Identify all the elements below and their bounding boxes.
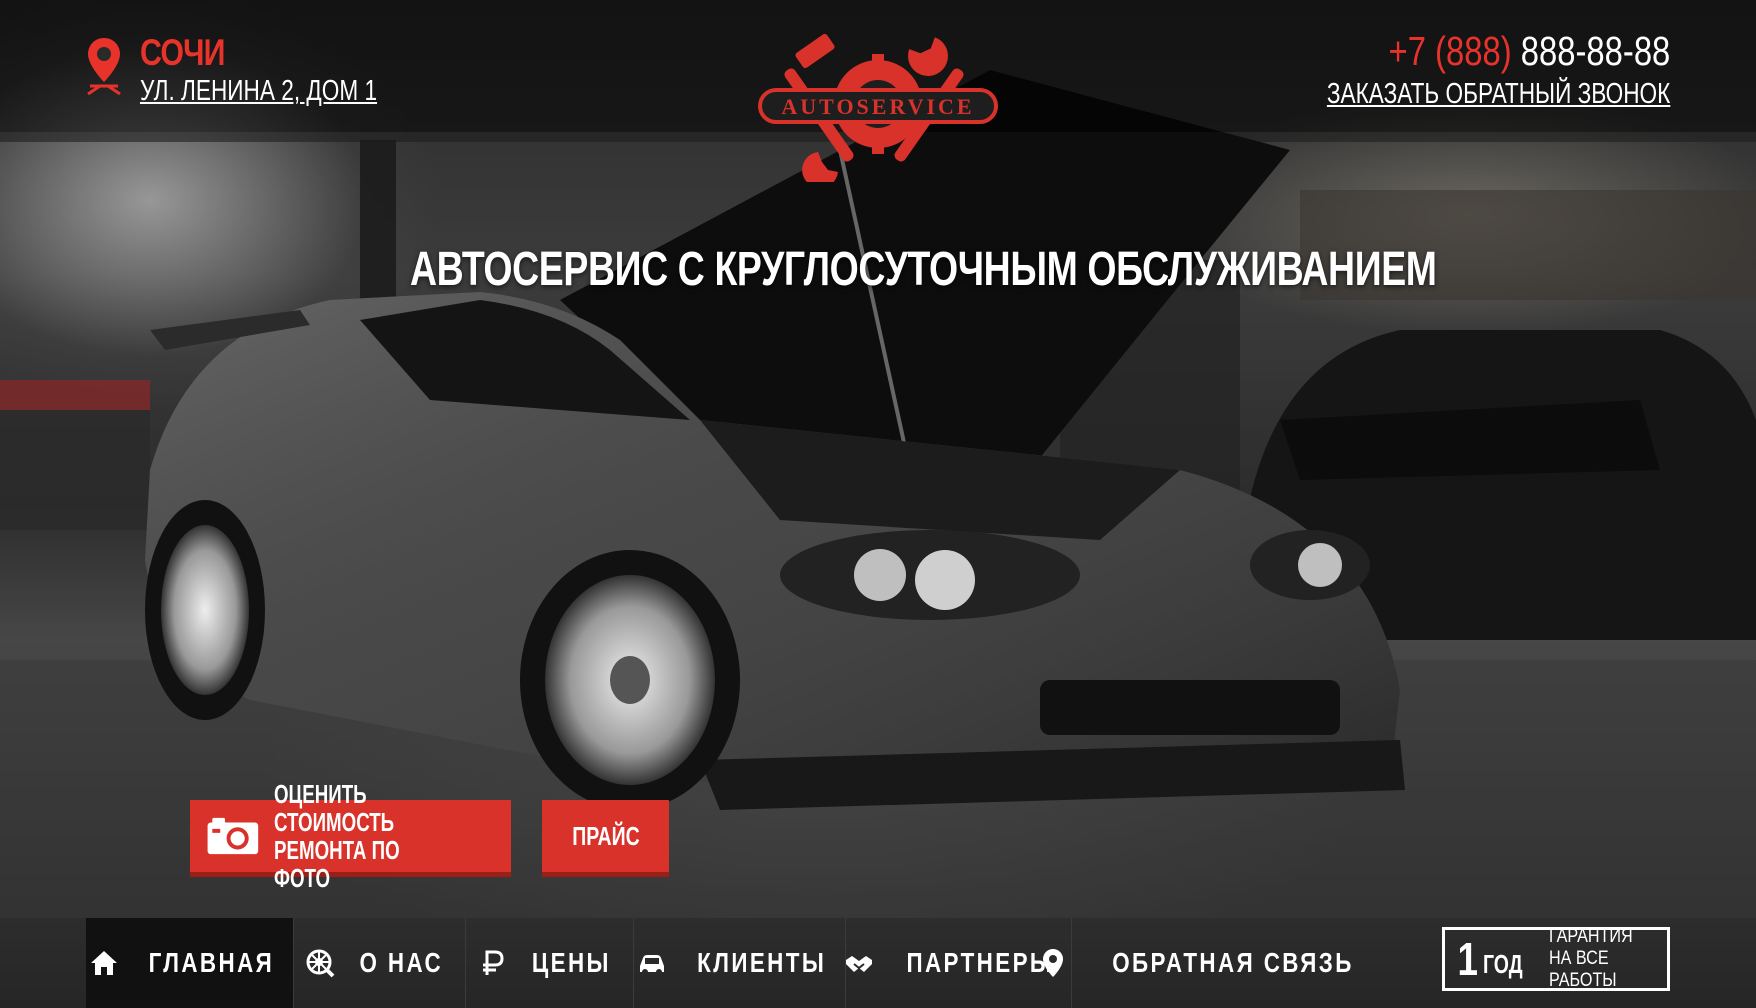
nav-item-feedback[interactable]: ОБРАТНАЯ СВЯЗЬ (1043, 918, 1351, 1008)
phone-number[interactable]: +7 (888) 888-88-88 (1318, 28, 1670, 74)
car-icon (639, 955, 664, 975)
nav-item-prices[interactable]: ЦЕНЫ (466, 918, 634, 1008)
wheel-icon (306, 949, 335, 978)
estimate-button-label: ОЦЕНИТЬ СТОИМОСТЬ РЕМОНТА ПО ФОТО (273, 779, 400, 893)
phone-code: +7 (888) (1388, 28, 1512, 74)
nav-item-about[interactable]: О НАС (294, 918, 466, 1008)
autoservice-logo[interactable]: AUTOSERVICE (758, 32, 998, 182)
hero-headline: АВТОСЕРВИС С КРУГЛОСУТОЧНЫМ ОБСЛУЖИВАНИЕ… (410, 243, 1437, 296)
nav-label: ПАРТНЕРЫ (906, 947, 1055, 978)
price-list-button[interactable]: ПРАЙС (542, 800, 669, 872)
warranty-number: 1 (1457, 933, 1479, 985)
nav-label: ОБРАТНАЯ СВЯЗЬ (1112, 947, 1354, 978)
ruble-icon (483, 950, 504, 975)
location-block: СОЧИ УЛ. ЛЕНИНА 2, ДОМ 1 (86, 34, 444, 110)
camera-icon (207, 817, 259, 855)
location-pin-icon (1043, 949, 1064, 977)
callback-link[interactable]: ЗАКАЗАТЬ ОБРАТНЫЙ ЗВОНОК (1327, 74, 1670, 114)
estimate-by-photo-button[interactable]: ОЦЕНИТЬ СТОИМОСТЬ РЕМОНТА ПО ФОТО (190, 780, 511, 892)
logo-text: AUTOSERVICE (781, 94, 974, 119)
handshake-icon (846, 956, 873, 972)
nav-label: ЦЕНЫ (531, 947, 611, 978)
warranty-text: ГАРАНТИЯ НА ВСЕ РАБОТЫ (1549, 926, 1634, 991)
contact-block: +7 (888) 888-88-88 ЗАКАЗАТЬ ОБРАТНЫЙ ЗВО… (1230, 28, 1670, 114)
nav-label: ГЛАВНАЯ (148, 947, 275, 978)
nav-item-home[interactable]: ГЛАВНАЯ (86, 918, 294, 1008)
nav-item-clients[interactable]: КЛИЕНТЫ (634, 918, 846, 1008)
price-button-label: ПРАЙС (571, 820, 640, 851)
map-pin-icon (87, 38, 121, 96)
warranty-badge: 1 ГОД ГАРАНТИЯ НА ВСЕ РАБОТЫ (1442, 926, 1670, 991)
warranty-unit: ГОД (1482, 948, 1523, 979)
nav-label: О НАС (359, 947, 444, 978)
nav-label: КЛИЕНТЫ (696, 947, 827, 978)
city-name: СОЧИ (140, 32, 225, 73)
home-icon (91, 951, 118, 975)
address-link[interactable]: УЛ. ЛЕНИНА 2, ДОМ 1 (140, 72, 377, 110)
phone-digits: 888-88-88 (1520, 28, 1670, 74)
